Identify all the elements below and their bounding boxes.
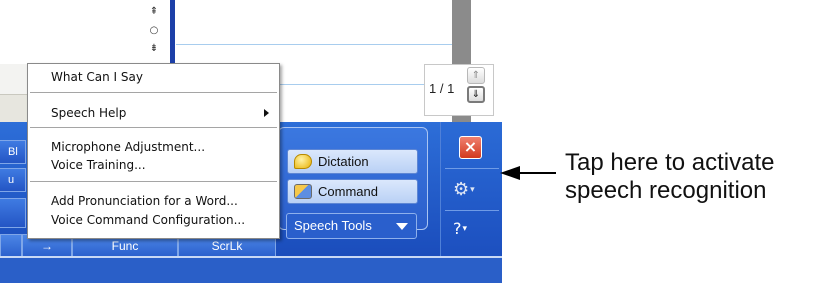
- speech-tools-button[interactable]: Speech Tools: [286, 213, 417, 239]
- double-chevron-down-icon: ⇓: [471, 89, 481, 100]
- page-indicator: 1 / 1: [429, 81, 455, 96]
- key-label: Func: [111, 239, 139, 253]
- split-resize-handle[interactable]: ⇞ ○ ⇟: [143, 0, 165, 62]
- keyboard-key[interactable]: Bl: [0, 140, 26, 164]
- previous-page-button[interactable]: ⇑: [467, 67, 485, 84]
- caret-down-icon: ▾: [470, 185, 475, 195]
- dictation-label: Dictation: [318, 154, 369, 169]
- divider: [445, 168, 499, 169]
- dictation-button[interactable]: Dictation: [287, 149, 418, 174]
- double-chevron-up-icon: ⇑: [471, 70, 481, 81]
- speech-tools-label: Speech Tools: [294, 218, 372, 233]
- gear-icon: ⚙: [453, 179, 470, 200]
- circle-icon: ○: [149, 25, 159, 36]
- next-page-button[interactable]: ⇓: [467, 86, 485, 103]
- double-arrow-down-icon: ⇟: [149, 43, 159, 54]
- menu-separator: [30, 92, 277, 93]
- callout-arrow-icon: [500, 166, 520, 180]
- divider: [445, 210, 499, 211]
- menu-item-speech-help[interactable]: Speech Help: [51, 105, 126, 121]
- callout-caption: Tap here to activate speech recognition: [565, 149, 822, 205]
- arrow-right-icon: →: [41, 239, 53, 253]
- tools-menu-button[interactable]: ⚙▾: [453, 179, 491, 201]
- panel-control-strip: × ⚙▾ ?▾: [440, 122, 502, 258]
- document-rule-line: [176, 44, 452, 45]
- command-button[interactable]: Command: [287, 179, 418, 204]
- menu-separator: [30, 127, 277, 128]
- caret-down-icon: ▾: [462, 224, 468, 234]
- speech-panel: Dictation Command Speech Tools: [278, 127, 428, 239]
- panel-footer: [0, 258, 502, 283]
- callout-line-1: Tap here to activate: [565, 149, 775, 176]
- close-button[interactable]: ×: [459, 136, 482, 159]
- key-label: u: [8, 174, 15, 186]
- menu-item-add-pronunciation[interactable]: Add Pronunciation for a Word...: [51, 193, 238, 209]
- command-icon: [294, 184, 312, 199]
- submenu-arrow-icon: [264, 109, 269, 117]
- keyboard-key[interactable]: u: [0, 168, 26, 192]
- key-label: ScrLk: [211, 239, 243, 253]
- page-navigator: 1 / 1 ⇑ ⇓: [424, 64, 494, 116]
- dropdown-arrow-icon: [396, 223, 408, 230]
- callout-leader-line: [518, 172, 556, 174]
- double-arrow-up-icon: ⇞: [149, 6, 159, 17]
- key-label: Bl: [8, 146, 18, 158]
- menu-item-microphone-adjustment[interactable]: Microphone Adjustment...: [51, 139, 205, 155]
- command-label: Command: [318, 184, 378, 199]
- menu-separator: [30, 181, 277, 182]
- help-icon: ?: [453, 219, 462, 238]
- menu-item-what-can-i-say[interactable]: What Can I Say: [51, 69, 143, 85]
- menu-item-voice-training[interactable]: Voice Training...: [51, 157, 146, 173]
- callout-line-2: speech recognition: [565, 177, 767, 204]
- keyboard-key[interactable]: [0, 198, 26, 228]
- speech-context-menu: What Can I Say Speech Help Microphone Ad…: [27, 63, 280, 239]
- speech-bubble-icon: [294, 154, 312, 169]
- close-icon: ×: [463, 137, 478, 156]
- keyboard-key[interactable]: [0, 234, 22, 258]
- menu-item-voice-command-configuration[interactable]: Voice Command Configuration...: [51, 212, 245, 228]
- help-menu-button[interactable]: ?▾: [453, 218, 491, 240]
